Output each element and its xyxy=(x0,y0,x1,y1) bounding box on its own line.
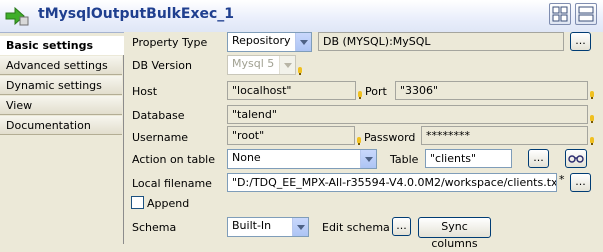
username-label: Username xyxy=(132,131,189,144)
local-filename-field[interactable]: "D:/TDQ_EE_MPX-All-r35594-V4.0.0M2/works… xyxy=(227,173,557,192)
chevron-down-icon xyxy=(292,218,308,236)
host-field[interactable]: "localhost" xyxy=(227,81,356,100)
hint-bulb-icon xyxy=(298,67,302,75)
action-on-table-value: None xyxy=(232,151,261,164)
port-field[interactable]: "3306" xyxy=(395,81,588,100)
hint-bulb-icon xyxy=(590,137,594,145)
table-label: Table xyxy=(390,153,419,166)
edit-schema-label: Edit schema xyxy=(322,221,390,234)
append-label: Append xyxy=(147,197,190,210)
sync-columns-button[interactable]: Sync columns xyxy=(418,217,491,250)
required-marker: * xyxy=(559,173,565,186)
property-browse-button[interactable]: ... xyxy=(570,32,591,51)
hint-bulb-icon xyxy=(358,91,362,99)
settings-sidebar: Basic settings Advanced settings Dynamic… xyxy=(0,36,124,244)
repository-field: DB (MYSQL):MySQL xyxy=(318,32,564,51)
guess-table-button[interactable] xyxy=(565,149,587,168)
table-field[interactable]: "clients" xyxy=(425,149,512,168)
database-field[interactable]: "talend" xyxy=(227,105,588,124)
grid-view-icon xyxy=(552,6,568,22)
local-filename-label: Local filename xyxy=(132,177,212,190)
host-label: Host xyxy=(132,85,158,98)
chevron-down-icon xyxy=(295,33,311,51)
action-on-table-select[interactable]: None xyxy=(227,149,377,169)
filename-browse-button[interactable]: ... xyxy=(570,173,591,192)
basic-settings-panel: Property Type Repository DB (MYSQL):MySQ… xyxy=(124,32,603,250)
grid-view-button[interactable] xyxy=(549,3,571,25)
db-version-select[interactable]: Mysql 5 xyxy=(227,55,296,75)
sidebar-item-documentation[interactable]: Documentation xyxy=(0,116,122,135)
component-title: tMysqlOutputBulkExec_1 xyxy=(38,6,235,22)
password-label: Password xyxy=(364,131,416,144)
property-type-label: Property Type xyxy=(132,36,208,49)
list-view-button[interactable] xyxy=(575,3,597,25)
db-version-label: DB Version xyxy=(132,59,192,72)
schema-select[interactable]: Built-In xyxy=(227,217,309,237)
table-browse-button[interactable]: ... xyxy=(528,149,549,168)
sidebar-item-basic-settings[interactable]: Basic settings xyxy=(0,36,124,55)
password-field[interactable]: ******** xyxy=(421,126,588,145)
chevron-down-icon xyxy=(360,150,376,168)
port-label: Port xyxy=(365,85,387,98)
username-field[interactable]: "root" xyxy=(227,126,355,145)
glasses-icon xyxy=(568,155,584,163)
append-checkbox[interactable] xyxy=(131,196,144,209)
edit-schema-button[interactable]: ... xyxy=(392,217,411,236)
chevron-down-icon xyxy=(279,56,295,74)
sidebar-item-view[interactable]: View xyxy=(0,96,122,115)
schema-label: Schema xyxy=(132,221,177,234)
hint-bulb-icon xyxy=(590,91,594,99)
hint-bulb-icon xyxy=(357,137,361,145)
property-type-select[interactable]: Repository xyxy=(227,32,312,52)
schema-value: Built-In xyxy=(232,219,272,232)
component-title-bar: tMysqlOutputBulkExec_1 xyxy=(0,0,603,33)
database-label: Database xyxy=(132,109,185,122)
db-version-value: Mysql 5 xyxy=(232,57,275,70)
hint-bulb-icon xyxy=(590,115,594,123)
sidebar-item-advanced-settings[interactable]: Advanced settings xyxy=(0,56,122,75)
arrow-to-database-icon xyxy=(5,6,29,26)
property-type-value: Repository xyxy=(232,34,291,47)
list-view-icon xyxy=(578,6,594,22)
sidebar-item-dynamic-settings[interactable]: Dynamic settings xyxy=(0,76,122,95)
action-on-table-label: Action on table xyxy=(132,153,216,166)
